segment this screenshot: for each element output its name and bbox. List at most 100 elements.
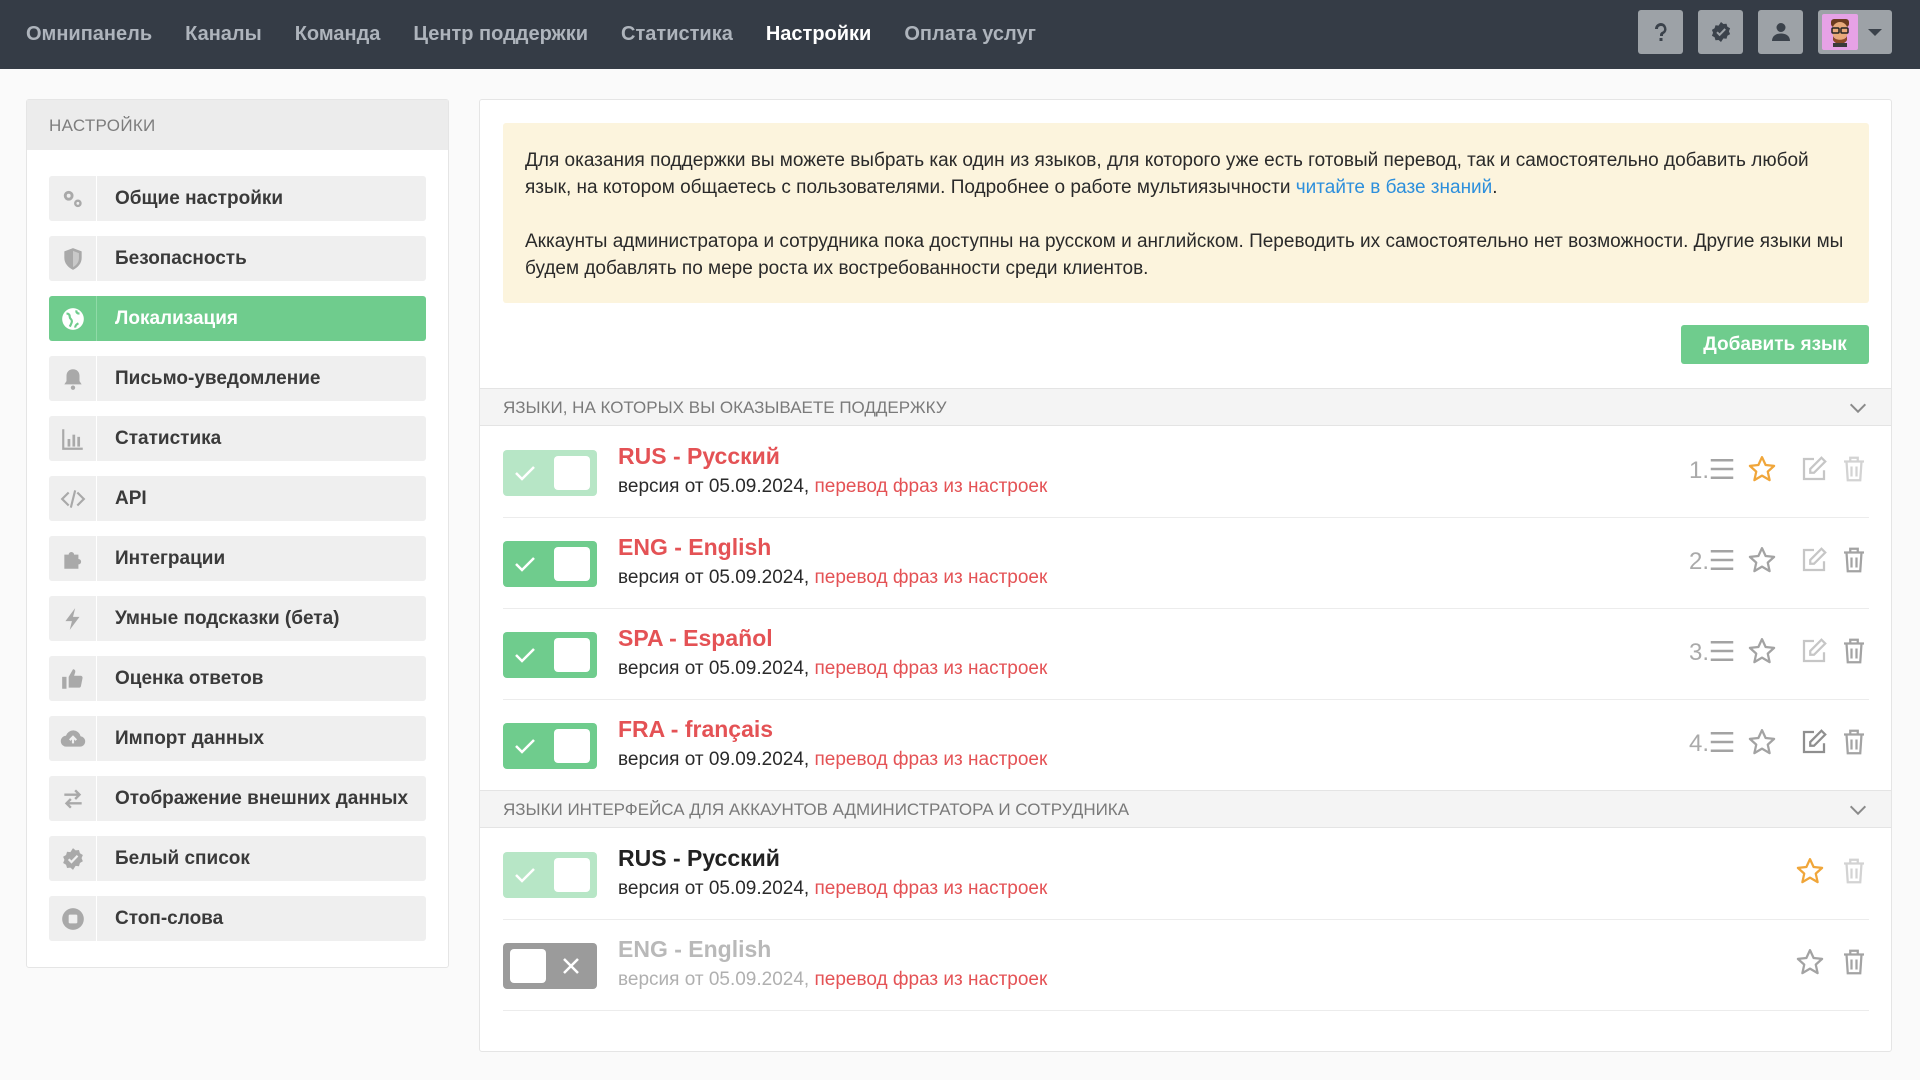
profile-button[interactable] (1758, 10, 1803, 54)
language-toggle[interactable] (503, 632, 597, 678)
user-menu-button[interactable] (1818, 10, 1892, 54)
language-version: версия от 09.09.2024, перевод фраз из на… (618, 749, 1048, 770)
phrase-translation-link[interactable]: перевод фраз из настроек (814, 476, 1047, 497)
drag-handle-icon[interactable] (1707, 727, 1737, 757)
edit-icon[interactable] (1799, 545, 1829, 575)
sidebar-item-security[interactable]: Безопасность (49, 236, 426, 281)
nav-channels[interactable]: Каналы (185, 23, 262, 46)
trash-icon[interactable] (1839, 636, 1869, 666)
sidebar-item-stop-words[interactable]: Стоп-слова (49, 896, 426, 941)
trash-icon[interactable] (1839, 454, 1869, 484)
drag-handle-icon[interactable] (1707, 454, 1737, 484)
language-title: SPA - Español (618, 625, 773, 651)
support-language-row: RUS - Русский версия от 05.09.2024, пере… (503, 427, 1869, 518)
sidebar-item-smart-hints[interactable]: Умные подсказки (бета) (49, 596, 426, 641)
phrase-translation-link[interactable]: перевод фраз из настроек (814, 567, 1047, 588)
sidebar-item-external-data[interactable]: Отображение внешних данных (49, 776, 426, 821)
language-toggle[interactable] (503, 450, 597, 496)
trash-icon[interactable] (1839, 947, 1869, 977)
globe-icon (49, 296, 97, 341)
sidebar-item-statistics[interactable]: Статистика (49, 416, 426, 461)
support-language-row: FRA - français версия от 09.09.2024, пер… (503, 700, 1869, 791)
sidebar-item-label: Статистика (115, 427, 222, 449)
add-language-button[interactable]: Добавить язык (1681, 325, 1869, 364)
settings-sidebar: НАСТРОЙКИ Общие настройки Безопасность Л… (26, 99, 449, 968)
star-icon[interactable] (1747, 727, 1777, 757)
sidebar-item-label: Импорт данных (115, 727, 265, 749)
toggle-knob (554, 456, 590, 490)
sidebar-item-api[interactable]: API (49, 476, 426, 521)
top-navigation-bar: Омнипанель Каналы Команда Центр поддержк… (0, 0, 1920, 69)
bolt-icon (49, 596, 97, 641)
stop-icon (49, 896, 97, 941)
toggle-knob (554, 638, 590, 672)
edit-icon[interactable] (1799, 636, 1829, 666)
drag-handle-icon[interactable] (1707, 636, 1737, 666)
star-icon[interactable] (1747, 454, 1777, 484)
avatar (1822, 14, 1858, 50)
knowledge-base-link[interactable]: читайте в базе знаний (1296, 177, 1493, 198)
section-title: ЯЗЫКИ, НА КОТОРЫХ ВЫ ОКАЗЫВАЕТЕ ПОДДЕРЖК… (503, 398, 947, 417)
sidebar-item-whitelist[interactable]: Белый список (49, 836, 426, 881)
help-button[interactable] (1638, 10, 1683, 54)
edit-icon[interactable] (1799, 727, 1829, 757)
trash-icon[interactable] (1839, 856, 1869, 886)
cloud-upload-icon (49, 716, 97, 761)
sidebar-item-label: Отображение внешних данных (115, 787, 409, 809)
phrase-translation-link[interactable]: перевод фраз из настроек (814, 878, 1047, 899)
sidebar-item-localization[interactable]: Локализация (49, 296, 426, 341)
sidebar-item-label: Оценка ответов (115, 667, 264, 689)
toggle-knob (554, 729, 590, 763)
interface-language-row: ENG - English версия от 05.09.2024, пере… (503, 920, 1869, 1011)
star-icon[interactable] (1795, 947, 1825, 977)
phrase-translation-link[interactable]: перевод фраз из настроек (814, 658, 1047, 679)
section-title: ЯЗЫКИ ИНТЕРФЕЙСА ДЛЯ АККАУНТОВ АДМИНИСТР… (503, 800, 1130, 819)
language-toggle[interactable] (503, 541, 597, 587)
sidebar-item-label: Умные подсказки (бета) (115, 607, 340, 629)
sidebar-item-email-notification[interactable]: Письмо-уведомление (49, 356, 426, 401)
sidebar-item-general[interactable]: Общие настройки (49, 176, 426, 221)
language-version: версия от 05.09.2024, перевод фраз из на… (618, 567, 1048, 588)
localization-panel: Для оказания поддержки вы можете выбрать… (479, 99, 1892, 1052)
sidebar-item-label: Интеграции (115, 547, 226, 569)
trash-icon[interactable] (1839, 545, 1869, 575)
language-version: версия от 05.09.2024, перевод фраз из на… (618, 969, 1048, 990)
sidebar-item-answer-rating[interactable]: Оценка ответов (49, 656, 426, 701)
verified-button[interactable] (1698, 10, 1743, 54)
badge-check-icon (49, 836, 97, 881)
trash-icon[interactable] (1839, 727, 1869, 757)
sidebar-item-label: Общие настройки (115, 187, 284, 209)
nav-support-center[interactable]: Центр поддержки (413, 23, 588, 46)
chevron-down-icon (1849, 805, 1867, 816)
language-title: FRA - français (618, 716, 774, 742)
star-icon[interactable] (1747, 545, 1777, 575)
language-version: версия от 05.09.2024, перевод фраз из на… (618, 658, 1048, 679)
sidebar-item-data-import[interactable]: Импорт данных (49, 716, 426, 761)
star-icon[interactable] (1747, 636, 1777, 666)
star-icon[interactable] (1795, 856, 1825, 886)
language-toggle[interactable] (503, 943, 597, 989)
chevron-down-icon (1868, 28, 1882, 36)
nav-billing[interactable]: Оплата услуг (904, 23, 1036, 46)
nav-omnipanel[interactable]: Омнипанель (26, 23, 152, 46)
language-toggle[interactable] (503, 852, 597, 898)
phrase-translation-link[interactable]: перевод фраз из настроек (814, 969, 1047, 990)
nav-settings[interactable]: Настройки (766, 23, 872, 46)
check-icon (515, 868, 535, 883)
language-toggle[interactable] (503, 723, 597, 769)
sidebar-item-integrations[interactable]: Интеграции (49, 536, 426, 581)
bell-icon (49, 356, 97, 401)
avatar-face-icon (1831, 19, 1849, 47)
interface-languages-section-header[interactable]: ЯЗЫКИ ИНТЕРФЕЙСА ДЛЯ АККАУНТОВ АДМИНИСТР… (480, 790, 1891, 828)
drag-handle-icon[interactable] (1707, 545, 1737, 575)
nav-team[interactable]: Команда (295, 23, 381, 46)
support-languages-section-header[interactable]: ЯЗЫКИ, НА КОТОРЫХ ВЫ ОКАЗЫВАЕТЕ ПОДДЕРЖК… (480, 388, 1891, 426)
edit-icon[interactable] (1799, 454, 1829, 484)
sidebar-item-label: Локализация (115, 307, 238, 329)
language-title: RUS - Русский (618, 845, 780, 871)
nav-statistics[interactable]: Статистика (621, 23, 733, 46)
phrase-translation-link[interactable]: перевод фраз из настроек (814, 749, 1047, 770)
chevron-down-icon (1849, 403, 1867, 414)
notice-paragraph-2: Аккаунты администратора и сотрудника пок… (525, 231, 1844, 279)
language-title: ENG - English (618, 936, 772, 962)
